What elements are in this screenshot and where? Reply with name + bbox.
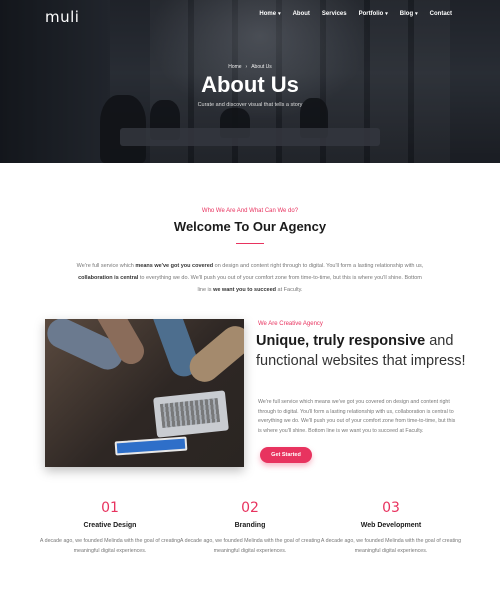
page-subtitle: Curate and discover visual that tells a …	[197, 102, 303, 108]
service-description: A decade ago, we founded Melinda with th…	[320, 538, 462, 554]
service-description: A decade ago, we founded Melinda with th…	[179, 538, 321, 554]
hero-banner: muli Home ▾ About Services Portfolio ▾ Blo…	[0, 0, 500, 163]
welcome-intro: We're full service which means we've got…	[76, 263, 424, 293]
welcome-eyebrow: Who We Are And What Can We do?	[201, 208, 299, 214]
service-description: A decade ago, we founded Melinda with th…	[39, 538, 181, 554]
breadcrumb-current: About Us	[251, 64, 272, 70]
service-number: 02	[241, 500, 259, 516]
feature-title: Unique, truly responsive and functional …	[256, 333, 466, 369]
get-started-button[interactable]: Get Started	[260, 447, 312, 463]
chevron-down-icon: ▾	[415, 11, 418, 17]
nav-item-services[interactable]: Services	[322, 11, 347, 17]
page-title: About Us	[201, 72, 299, 97]
service-card: 02 Branding A decade ago, we founded Mel…	[175, 500, 325, 556]
service-card: 03 Web Development A decade ago, we foun…	[316, 500, 466, 556]
feature-eyebrow: We Are Creative Agency	[258, 321, 323, 327]
nav-item-contact[interactable]: Contact	[430, 11, 452, 17]
breadcrumb-home[interactable]: Home	[228, 64, 241, 70]
nav-item-about[interactable]: About	[293, 11, 310, 17]
chevron-down-icon: ▾	[385, 11, 388, 17]
site-logo[interactable]: muli	[45, 8, 79, 26]
title-divider	[236, 243, 264, 244]
service-name: Branding	[234, 522, 266, 529]
service-number: 03	[382, 500, 400, 516]
service-card: 01 Creative Design A decade ago, we foun…	[35, 500, 185, 556]
service-number: 01	[101, 500, 119, 516]
chevron-down-icon: ▾	[278, 11, 281, 17]
welcome-title: Welcome To Our Agency	[173, 219, 327, 234]
team-laptop-photo	[45, 319, 244, 467]
nav-item-home[interactable]: Home ▾	[259, 11, 280, 17]
main-nav: Home ▾ About Services Portfolio ▾ Blog ▾ Co…	[259, 11, 452, 17]
breadcrumb: Home › About Us	[0, 64, 500, 70]
nav-item-portfolio[interactable]: Portfolio ▾	[359, 11, 388, 17]
feature-text: We're full service which means we've got…	[258, 399, 456, 434]
service-name: Web Development	[360, 522, 422, 529]
breadcrumb-separator: ›	[245, 64, 248, 70]
service-name: Creative Design	[83, 522, 137, 529]
nav-item-blog[interactable]: Blog ▾	[400, 11, 418, 17]
